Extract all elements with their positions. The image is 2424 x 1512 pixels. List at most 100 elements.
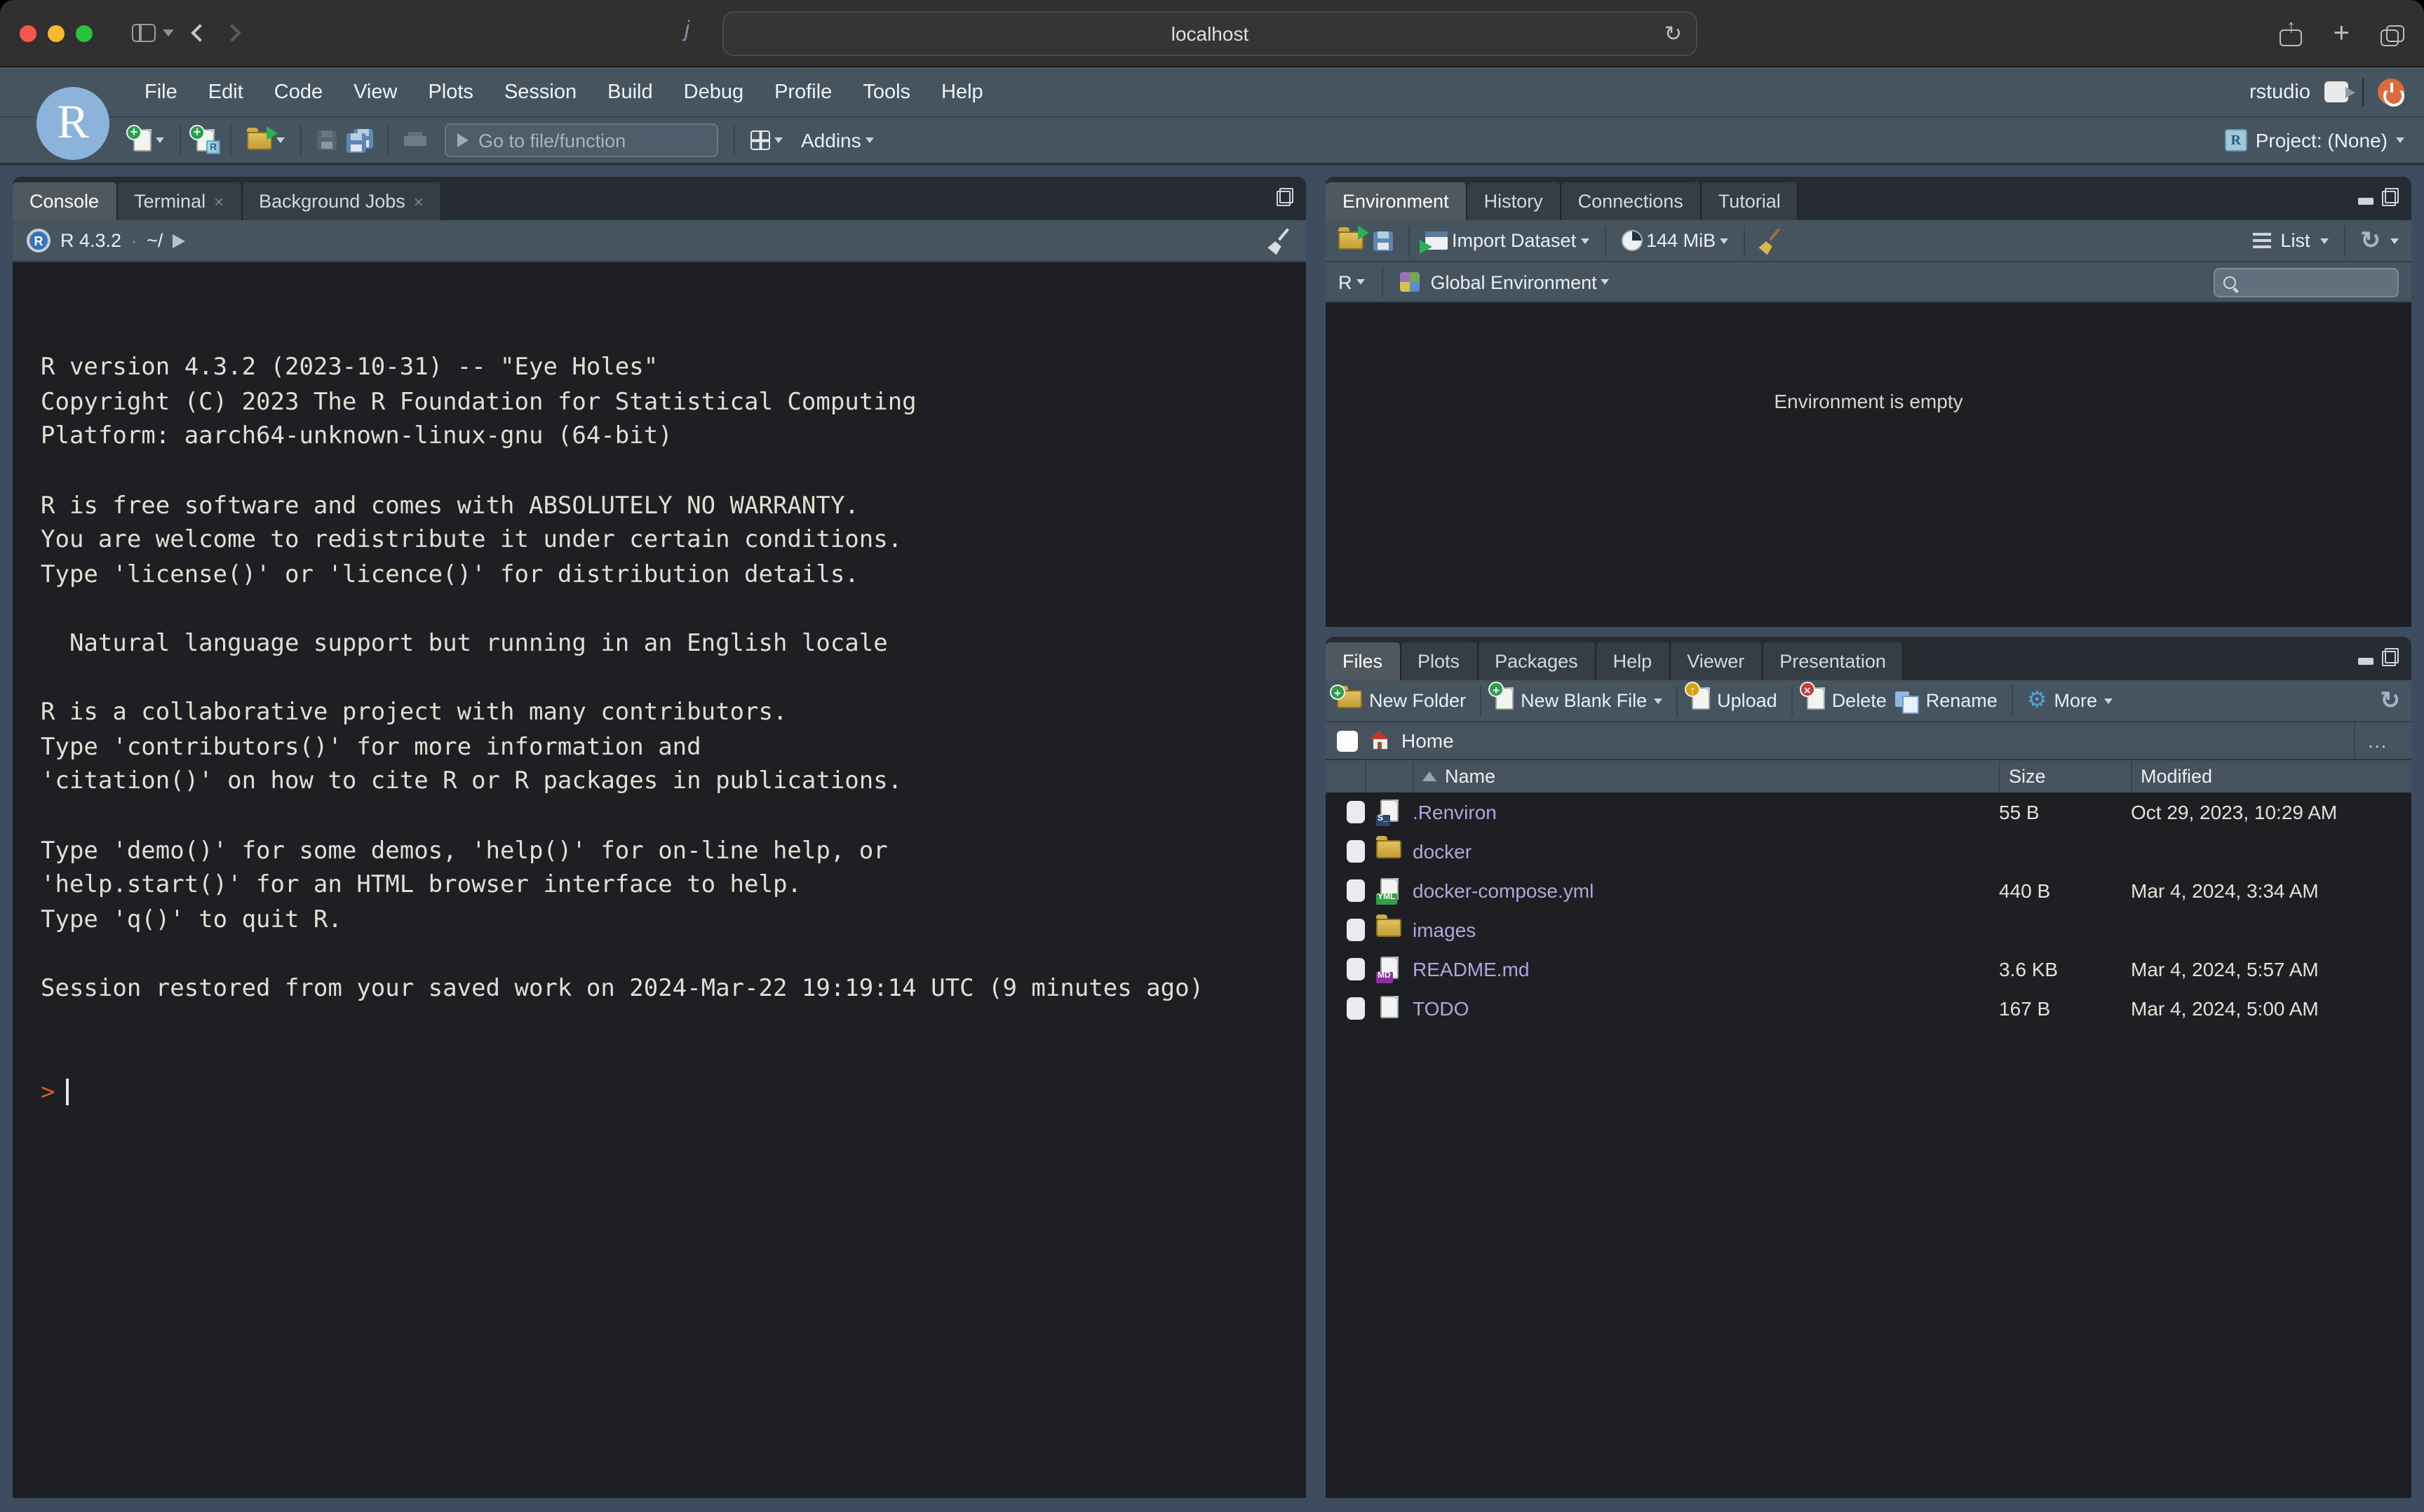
menu-item-file[interactable]: File xyxy=(129,81,193,103)
new-blank-file-button[interactable]: + New Blank File xyxy=(1495,687,1662,714)
table-row[interactable]: docker xyxy=(1326,832,2411,871)
file-name-link[interactable]: .Renviron xyxy=(1413,801,1999,823)
breadcrumb-overflow-button[interactable]: ... xyxy=(2354,722,2400,759)
breadcrumb-home[interactable]: Home xyxy=(1401,729,1454,752)
sign-out-icon[interactable] xyxy=(2324,81,2348,102)
delete-button[interactable]: × Delete xyxy=(1807,687,1887,714)
address-bar[interactable]: localhost ↻ xyxy=(722,11,1697,56)
maximize-pane-icon[interactable] xyxy=(1277,188,1293,206)
addins-button[interactable]: Addins xyxy=(801,129,874,151)
file-name-link[interactable]: docker xyxy=(1413,840,1999,863)
menu-item-profile[interactable]: Profile xyxy=(759,81,847,103)
table-row[interactable]: images xyxy=(1326,910,2411,950)
zoom-window-button[interactable] xyxy=(76,25,93,41)
menu-item-build[interactable]: Build xyxy=(592,81,668,103)
quit-session-button[interactable] xyxy=(2378,79,2404,105)
tab-connections[interactable]: Connections xyxy=(1561,182,1702,220)
file-checkbox[interactable] xyxy=(1347,919,1365,941)
open-file-button[interactable] xyxy=(247,131,285,149)
rename-button[interactable]: Rename xyxy=(1895,690,1998,711)
open-directory-icon[interactable] xyxy=(173,234,185,248)
tab-background-jobs[interactable]: Background Jobs× xyxy=(242,182,442,220)
clear-console-icon[interactable] xyxy=(1270,229,1292,252)
table-row[interactable]: MD README.md 3.6 KB Mar 4, 2024, 5:57 AM xyxy=(1326,950,2411,989)
project-selector[interactable]: Project: (None) xyxy=(2256,129,2388,151)
menu-item-help[interactable]: Help xyxy=(926,81,999,103)
close-window-button[interactable] xyxy=(20,25,36,41)
menu-item-tools[interactable]: Tools xyxy=(847,81,926,103)
file-checkbox[interactable] xyxy=(1347,997,1365,1020)
share-icon[interactable] xyxy=(2280,21,2303,46)
maximize-pane-icon[interactable] xyxy=(2382,188,2399,206)
column-header-size[interactable]: Size xyxy=(1999,760,2131,792)
menu-item-plots[interactable]: Plots xyxy=(412,81,489,103)
menu-item-edit[interactable]: Edit xyxy=(193,81,259,103)
menu-item-code[interactable]: Code xyxy=(259,81,338,103)
tab-overview-icon[interactable] xyxy=(2381,25,2402,43)
tab-presentation[interactable]: Presentation xyxy=(1763,642,1904,680)
column-header-modified[interactable]: Modified xyxy=(2131,760,2411,792)
table-row[interactable]: TODO 167 B Mar 4, 2024, 5:00 AM xyxy=(1326,989,2411,1028)
close-tab-icon[interactable]: × xyxy=(414,191,424,211)
new-file-button[interactable]: + xyxy=(133,129,164,151)
file-checkbox[interactable] xyxy=(1347,958,1365,980)
file-name-link[interactable]: images xyxy=(1413,919,1999,941)
save-button[interactable] xyxy=(317,130,337,150)
tab-packages[interactable]: Packages xyxy=(1478,642,1596,680)
save-all-button[interactable] xyxy=(346,128,372,152)
tab-help[interactable]: Help xyxy=(1596,642,1671,680)
minimize-pane-icon[interactable] xyxy=(2358,190,2374,204)
tab-terminal[interactable]: Terminal× xyxy=(117,182,242,220)
sidebar-chevron-down-icon[interactable] xyxy=(163,29,174,36)
maximize-pane-icon[interactable] xyxy=(2382,648,2399,666)
clear-environment-icon[interactable] xyxy=(1760,229,1783,252)
tab-console[interactable]: Console xyxy=(13,182,117,220)
new-folder-button[interactable]: + New Folder xyxy=(1337,689,1466,712)
print-button[interactable] xyxy=(404,131,426,149)
working-directory-label[interactable]: ~/ xyxy=(147,230,163,251)
more-button[interactable]: ⚙ More xyxy=(2027,689,2113,712)
sidebar-toggle-icon[interactable] xyxy=(132,24,156,42)
file-name-link[interactable]: README.md xyxy=(1413,958,1999,980)
menu-item-session[interactable]: Session xyxy=(489,81,592,103)
load-workspace-button[interactable] xyxy=(1338,231,1364,250)
forward-button[interactable] xyxy=(223,24,241,41)
refresh-environment-icon[interactable]: ↻ xyxy=(2361,229,2381,252)
table-row[interactable]: YML docker-compose.yml 440 B Mar 4, 2024… xyxy=(1326,871,2411,910)
reload-icon[interactable]: ↻ xyxy=(1664,21,1682,46)
save-workspace-button[interactable] xyxy=(1373,231,1393,250)
view-mode-selector[interactable]: List xyxy=(2280,230,2310,251)
tab-plots[interactable]: Plots xyxy=(1401,642,1478,680)
table-row[interactable]: S_ .Renviron 55 B Oct 29, 2023, 10:29 AM xyxy=(1326,792,2411,832)
minimize-window-button[interactable] xyxy=(48,25,65,41)
tab-viewer[interactable]: Viewer xyxy=(1670,642,1763,680)
import-dataset-button[interactable]: Import Dataset xyxy=(1425,230,1589,251)
tab-environment[interactable]: Environment xyxy=(1326,182,1467,220)
language-selector[interactable]: R xyxy=(1338,271,1365,292)
menu-item-view[interactable]: View xyxy=(338,81,412,103)
file-name-link[interactable]: docker-compose.yml xyxy=(1413,879,1999,902)
file-checkbox[interactable] xyxy=(1347,801,1365,823)
new-file-dropdown-icon[interactable] xyxy=(156,137,164,143)
select-all-checkbox[interactable] xyxy=(1337,730,1358,751)
refresh-files-icon[interactable]: ↻ xyxy=(2381,689,2401,713)
upload-button[interactable]: ↑ Upload xyxy=(1692,687,1777,714)
menu-item-debug[interactable]: Debug xyxy=(668,81,759,103)
file-checkbox[interactable] xyxy=(1347,840,1365,863)
minimize-pane-icon[interactable] xyxy=(2358,650,2374,664)
tab-files[interactable]: Files xyxy=(1326,642,1401,680)
environment-search-input[interactable] xyxy=(2214,267,2399,297)
new-tab-button[interactable]: + xyxy=(2334,20,2350,48)
project-dropdown-icon[interactable] xyxy=(2396,137,2404,143)
new-project-button[interactable]: +R xyxy=(196,129,215,151)
file-name-link[interactable]: TODO xyxy=(1413,997,1999,1020)
panes-layout-button[interactable] xyxy=(750,130,783,150)
console-prompt-line[interactable]: > xyxy=(41,1075,1306,1109)
file-checkbox[interactable] xyxy=(1347,879,1365,902)
back-button[interactable] xyxy=(191,24,208,41)
scope-selector[interactable]: Global Environment xyxy=(1431,271,1610,292)
memory-usage-button[interactable]: 144 MiB xyxy=(1621,230,1728,251)
close-tab-icon[interactable]: × xyxy=(214,191,224,211)
tab-tutorial[interactable]: Tutorial xyxy=(1702,182,1799,220)
console-output[interactable]: R version 4.3.2 (2023-10-31) -- "Eye Hol… xyxy=(13,262,1306,1498)
